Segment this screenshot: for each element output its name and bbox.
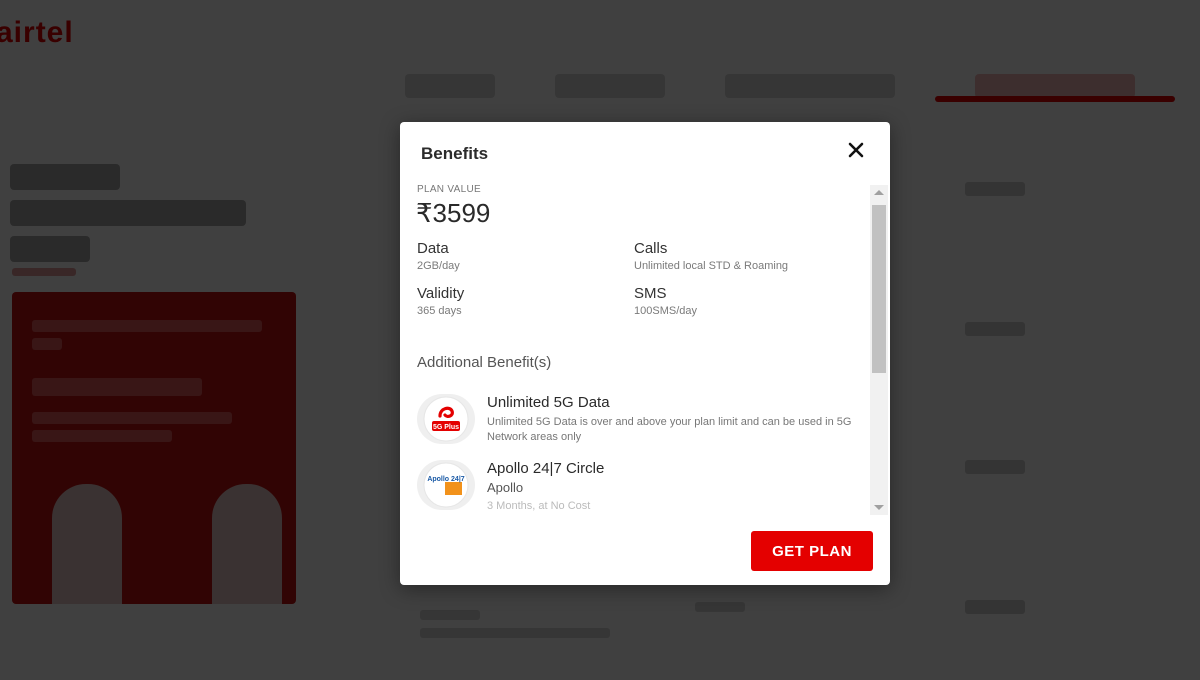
benefit-subtitle: Apollo — [487, 480, 524, 495]
plan-value-label: PLAN VALUE — [417, 184, 481, 195]
benefits-modal: Benefits PLAN VALUE ₹3599 Data 2GB/day C… — [400, 122, 890, 585]
detail-validity: Validity 365 days — [417, 285, 464, 317]
detail-value: 365 days — [417, 305, 462, 317]
detail-sms: SMS 100SMS/day — [634, 285, 697, 317]
icon-label: Apollo 24|7 — [427, 476, 464, 483]
benefit-description: Unlimited 5G Data is over and above your… — [487, 416, 852, 443]
benefit-title: Unlimited 5G Data — [487, 394, 610, 411]
plan-value: ₹3599 — [417, 198, 491, 228]
airtel-5g-plus-icon: 5G Plus — [417, 394, 475, 444]
detail-label: Data — [417, 240, 449, 257]
get-plan-button[interactable]: GET PLAN — [751, 531, 873, 571]
apollo-24-7-icon: Apollo 24|7 — [417, 460, 475, 510]
scrollbar-thumb[interactable] — [872, 205, 886, 373]
modal-title: Benefits — [421, 144, 489, 163]
detail-value: 100SMS/day — [634, 305, 697, 317]
benefits-scroll-area[interactable]: PLAN VALUE ₹3599 Data 2GB/day Calls Unli… — [417, 184, 867, 514]
detail-value: 2GB/day — [417, 260, 460, 272]
scrollbar[interactable] — [870, 185, 888, 515]
detail-label: Validity — [417, 285, 465, 302]
additional-benefits-heading: Additional Benefit(s) — [417, 354, 552, 371]
detail-label: SMS — [634, 285, 667, 302]
detail-data: Data 2GB/day — [417, 240, 460, 272]
close-icon[interactable] — [844, 138, 868, 162]
benefit-title: Apollo 24|7 Circle — [487, 460, 605, 477]
icon-label: 5G Plus — [433, 424, 459, 431]
detail-label: Calls — [634, 240, 668, 257]
detail-calls: Calls Unlimited local STD & Roaming — [634, 240, 788, 272]
scroll-up-icon[interactable] — [874, 190, 884, 195]
detail-value: Unlimited local STD & Roaming — [634, 260, 789, 272]
scroll-down-icon[interactable] — [874, 505, 884, 510]
benefit-note: 3 Months, at No Cost — [487, 500, 591, 512]
